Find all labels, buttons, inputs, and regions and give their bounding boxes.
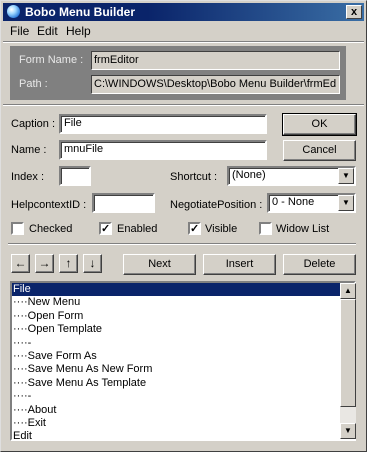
form-name-field: frmEditor <box>91 51 340 70</box>
list-item[interactable]: Edit <box>12 430 340 439</box>
list-item[interactable]: ····- <box>12 390 340 403</box>
checked-label: Checked <box>29 223 73 235</box>
list-item[interactable]: ····Open Template <box>12 323 340 336</box>
menu-item-list[interactable]: File ····New Menu ····Open Form ····Open Te… <box>10 281 356 441</box>
menu-edit[interactable]: Edit <box>37 24 58 38</box>
menu-separator <box>3 41 364 43</box>
shortcut-value: (None) <box>232 169 266 181</box>
negotiate-dropdown-button[interactable]: ▼ <box>338 195 354 211</box>
checkmark-icon: ✓ <box>190 223 200 235</box>
list-item[interactable]: ····Exit <box>12 417 340 430</box>
title-bar[interactable]: Bobo Menu Builder x <box>3 3 364 21</box>
list-item[interactable]: ····About <box>12 404 340 417</box>
options-separator <box>8 243 356 245</box>
caption-label: Caption : <box>11 118 56 130</box>
menu-file[interactable]: File <box>10 24 29 38</box>
shortcut-label: Shortcut : <box>170 171 218 183</box>
menu-list-content: File ····New Menu ····Open Form ····Open Te… <box>12 283 340 439</box>
negotiate-label: NegotiatePosition : <box>170 199 263 211</box>
arrow-up-icon: ↑ <box>65 256 72 270</box>
list-item[interactable]: ····Open Form <box>12 310 340 323</box>
helpcontext-label: HelpcontextID : <box>11 199 87 211</box>
caption-input[interactable]: File <box>59 114 267 134</box>
path-label: Path : <box>19 78 48 90</box>
widow-list-checkbox[interactable] <box>259 222 272 235</box>
menu-help[interactable]: Help <box>66 24 91 38</box>
helpcontext-input[interactable] <box>92 193 155 213</box>
close-icon: x <box>350 6 358 18</box>
move-up-button[interactable]: ↑ <box>59 254 78 273</box>
form-name-label: Form Name : <box>19 54 84 66</box>
list-item[interactable]: ····- <box>12 337 340 350</box>
visible-checkbox[interactable]: ✓ <box>188 222 201 235</box>
cancel-button[interactable]: Cancel <box>283 140 356 161</box>
name-input[interactable]: mnuFile <box>59 140 267 160</box>
checked-checkbox[interactable] <box>11 222 24 235</box>
next-button[interactable]: Next <box>123 254 196 275</box>
arrow-down-icon: ↓ <box>89 256 96 270</box>
close-button[interactable]: x <box>346 5 362 19</box>
chevron-down-icon: ▼ <box>342 171 350 180</box>
vertical-scrollbar[interactable]: ▲ ▼ <box>340 283 356 439</box>
checkmark-icon: ✓ <box>101 223 111 235</box>
chevron-down-icon: ▼ <box>344 426 352 435</box>
name-label: Name : <box>11 144 47 156</box>
move-down-button[interactable]: ↓ <box>83 254 102 273</box>
path-field: C:\WINDOWS\Desktop\Bobo Menu Builder\frm… <box>91 75 340 94</box>
index-input[interactable] <box>59 166 91 186</box>
chevron-up-icon: ▲ <box>344 286 352 295</box>
visible-label: Visible <box>205 223 238 235</box>
insert-button[interactable]: Insert <box>203 254 276 275</box>
negotiate-value: 0 - None <box>272 196 315 208</box>
enabled-checkbox[interactable]: ✓ <box>99 222 112 235</box>
scroll-down-button[interactable]: ▼ <box>340 423 356 439</box>
shortcut-select[interactable]: (None) <box>227 166 356 186</box>
index-label: Index : <box>11 171 45 183</box>
info-separator <box>3 104 364 106</box>
arrow-right-icon: → <box>38 256 51 270</box>
list-item[interactable]: ····New Menu <box>12 296 340 309</box>
menu-bar: File Edit Help <box>3 22 364 40</box>
widow-list-label: Widow List <box>276 223 330 235</box>
list-item[interactable]: File <box>12 283 340 297</box>
arrow-left-icon: ← <box>14 256 27 270</box>
list-item[interactable]: ····Save Menu As New Form <box>12 363 340 376</box>
list-item[interactable]: ····Save Menu As Template <box>12 377 340 390</box>
enabled-label: Enabled <box>117 223 158 235</box>
app-icon <box>7 5 20 18</box>
list-item[interactable]: ····Save Form As <box>12 350 340 363</box>
window-title: Bobo Menu Builder <box>25 5 135 19</box>
shortcut-dropdown-button[interactable]: ▼ <box>338 168 354 184</box>
delete-button[interactable]: Delete <box>283 254 356 275</box>
ok-button[interactable]: OK <box>282 113 357 136</box>
move-right-button[interactable]: → <box>35 254 54 273</box>
chevron-down-icon: ▼ <box>342 198 350 207</box>
scroll-up-button[interactable]: ▲ <box>340 283 356 299</box>
scroll-thumb[interactable] <box>340 299 356 407</box>
form-info-panel: Form Name : frmEditor Path : C:\WINDOWS\… <box>10 46 346 100</box>
move-left-button[interactable]: ← <box>11 254 30 273</box>
